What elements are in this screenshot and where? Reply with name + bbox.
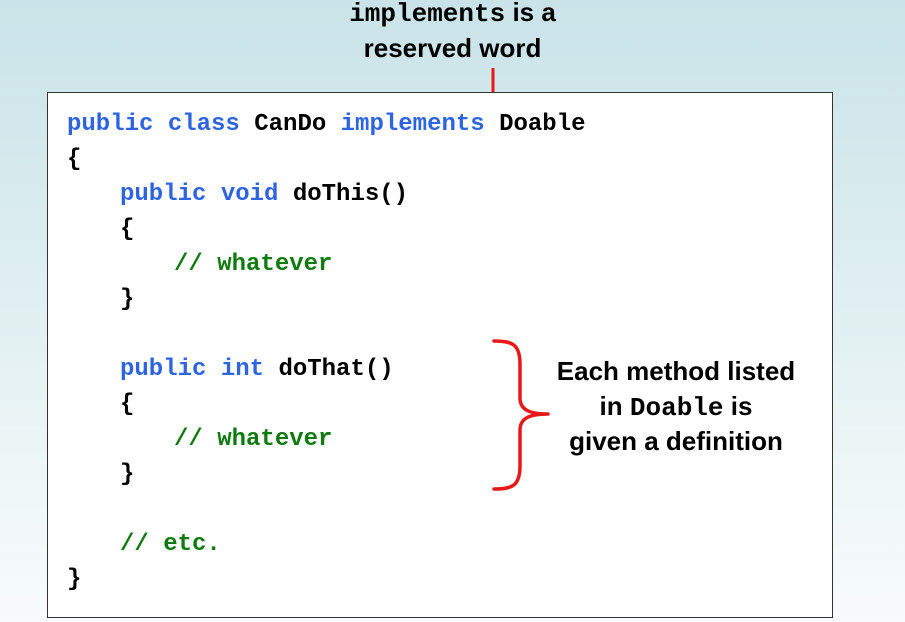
code-line-open-brace: { <box>67 146 82 173</box>
code-line-dothat-comment: // whatever <box>174 426 333 453</box>
code-line-method-dothat: public int doThat() <box>120 355 394 385</box>
code-line-etc-comment: // etc. <box>120 531 221 558</box>
interface-name: Doable <box>499 111 586 138</box>
keyword-public-void: public void <box>120 181 279 208</box>
method-note-line2: in Doable is <box>528 389 824 426</box>
code-line-dothat-open-brace: { <box>120 391 135 418</box>
interface-name-doable: Doable <box>629 393 724 423</box>
method-note-line1: Each method listed <box>556 356 796 386</box>
reserved-word-annotation-line2: reserved word <box>363 33 542 63</box>
class-name: CanDo <box>254 111 327 138</box>
code-line-class-close-brace: } <box>67 566 82 593</box>
method-note-line3: given a definition <box>569 426 783 456</box>
code-line-method-dothis: public void doThis() <box>120 180 408 210</box>
keyword-public-class: public class <box>67 111 240 138</box>
method-note-is: is <box>723 391 753 421</box>
method-signature-dothis: doThis() <box>292 181 409 208</box>
code-line-dothat-close-brace: } <box>120 461 135 488</box>
keyword-implements: implements <box>340 111 485 138</box>
keyword-public-int: public int <box>120 356 265 383</box>
implements-keyword-label: implements <box>349 0 506 29</box>
method-signature-dothat: doThat() <box>278 356 394 383</box>
code-line-class-declaration: public class CanDo implements Doable <box>67 110 586 140</box>
code-line-dothis-comment: // whatever <box>174 251 333 278</box>
method-note-in: in <box>599 391 630 421</box>
code-line-dothis-close-brace: } <box>120 286 135 313</box>
code-line-dothis-open-brace: { <box>120 216 135 243</box>
annotation-is-a-text: is a <box>505 0 556 27</box>
reserved-word-annotation-line1: implements is a <box>0 0 905 31</box>
